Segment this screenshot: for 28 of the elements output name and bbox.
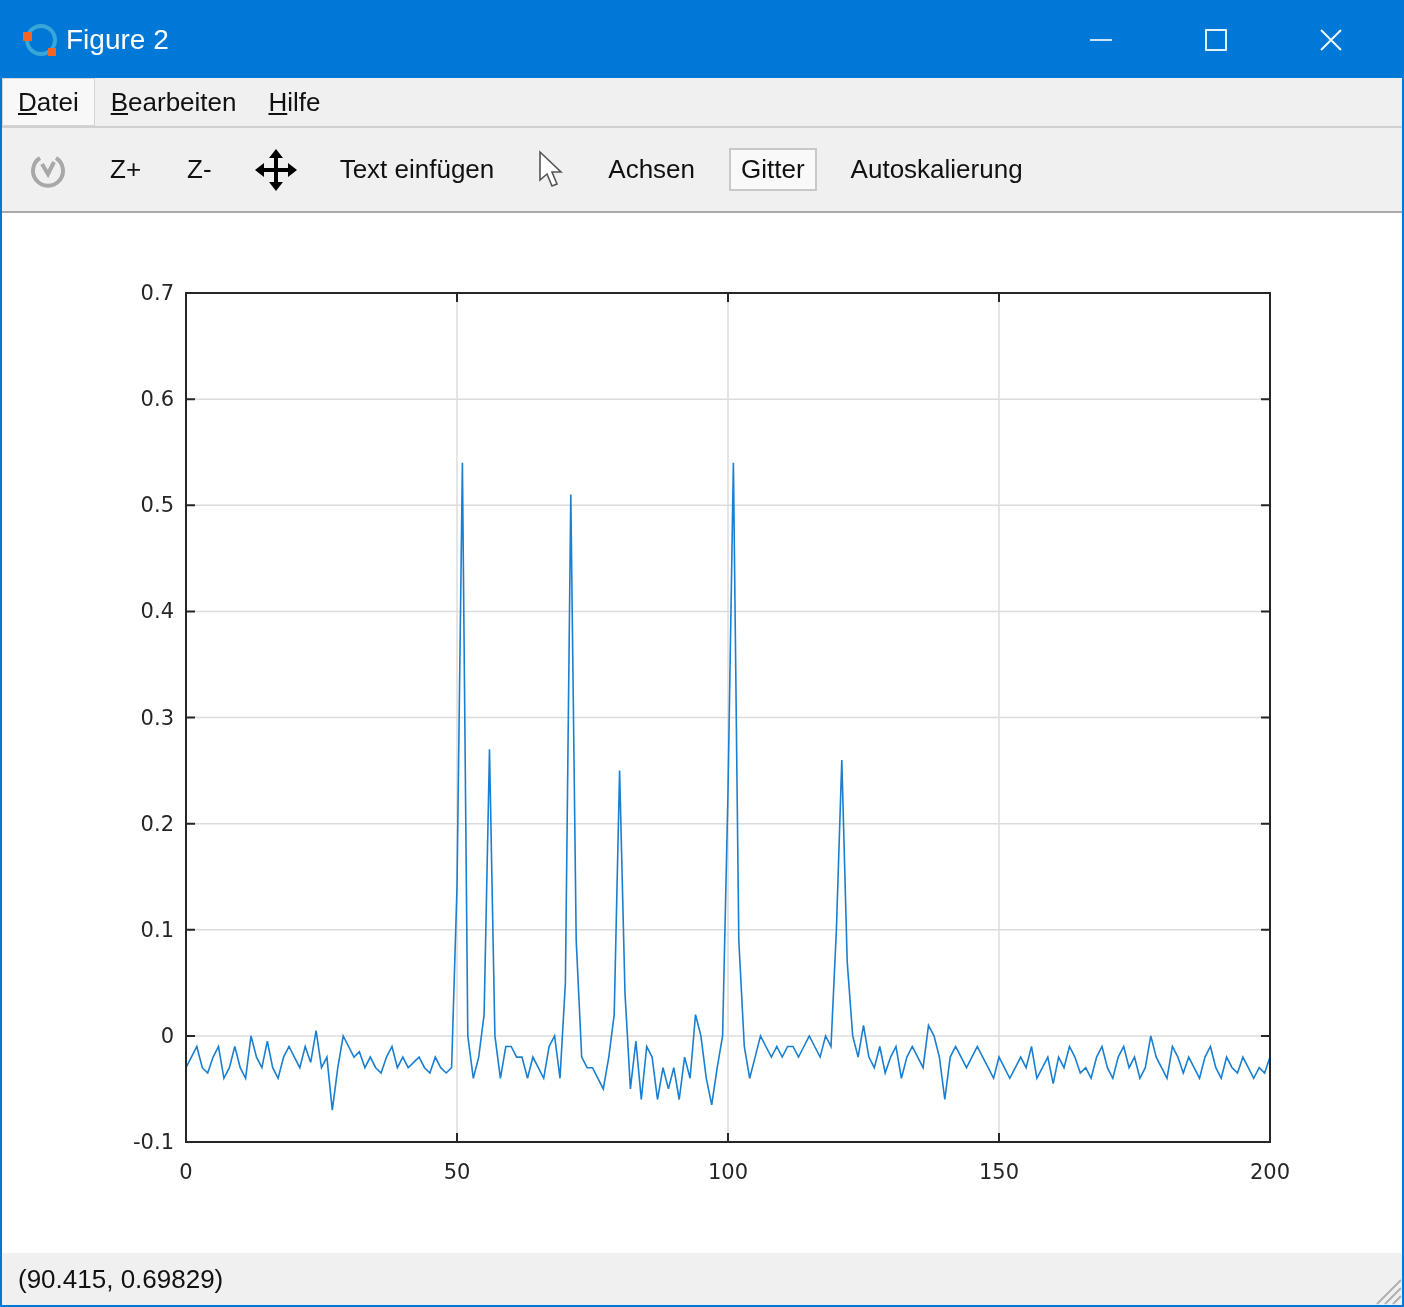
- x-tick-label: 0: [179, 1160, 193, 1184]
- window-title: Figure 2: [66, 24, 169, 56]
- y-tick-label: 0.7: [140, 281, 174, 305]
- y-tick-label: -0.1: [133, 1130, 174, 1154]
- x-tick-label: 200: [1249, 1160, 1291, 1184]
- y-tick-label: 0: [160, 1023, 174, 1048]
- menu-item[interactable]: Hilfe: [252, 78, 337, 126]
- y-tick-label: 0.2: [140, 811, 174, 836]
- toolbar-button[interactable]: Text einfügen: [327, 148, 507, 191]
- x-tick-label: 50: [443, 1160, 471, 1184]
- x-tick-label: 150: [978, 1160, 1020, 1184]
- y-tick-label: 0.5: [140, 493, 174, 518]
- y-tick-label: 0.4: [140, 599, 174, 624]
- y-tick-label: 0.1: [140, 917, 174, 942]
- toolbar-button[interactable]: Gitter: [729, 148, 817, 191]
- cursor-coordinates: (90.415, 0.69829): [18, 1263, 225, 1295]
- toolbar-button[interactable]: Autoskalierung: [838, 148, 1035, 191]
- maximize-icon[interactable]: [1204, 28, 1228, 52]
- x-tick-label: 100: [707, 1160, 749, 1184]
- move-arrows-icon[interactable]: [253, 147, 298, 192]
- menu-item[interactable]: Bearbeiten: [94, 78, 253, 126]
- y-tick-label: 0.6: [140, 387, 174, 412]
- close-icon[interactable]: [1319, 28, 1343, 52]
- y-tick-label: 0.3: [140, 705, 174, 730]
- menu-item[interactable]: Datei: [2, 78, 95, 126]
- toolbar-button[interactable]: Z-: [175, 148, 224, 191]
- toolbar-button[interactable]: Z+: [98, 148, 154, 191]
- toolbar-button[interactable]: Achsen: [596, 148, 708, 191]
